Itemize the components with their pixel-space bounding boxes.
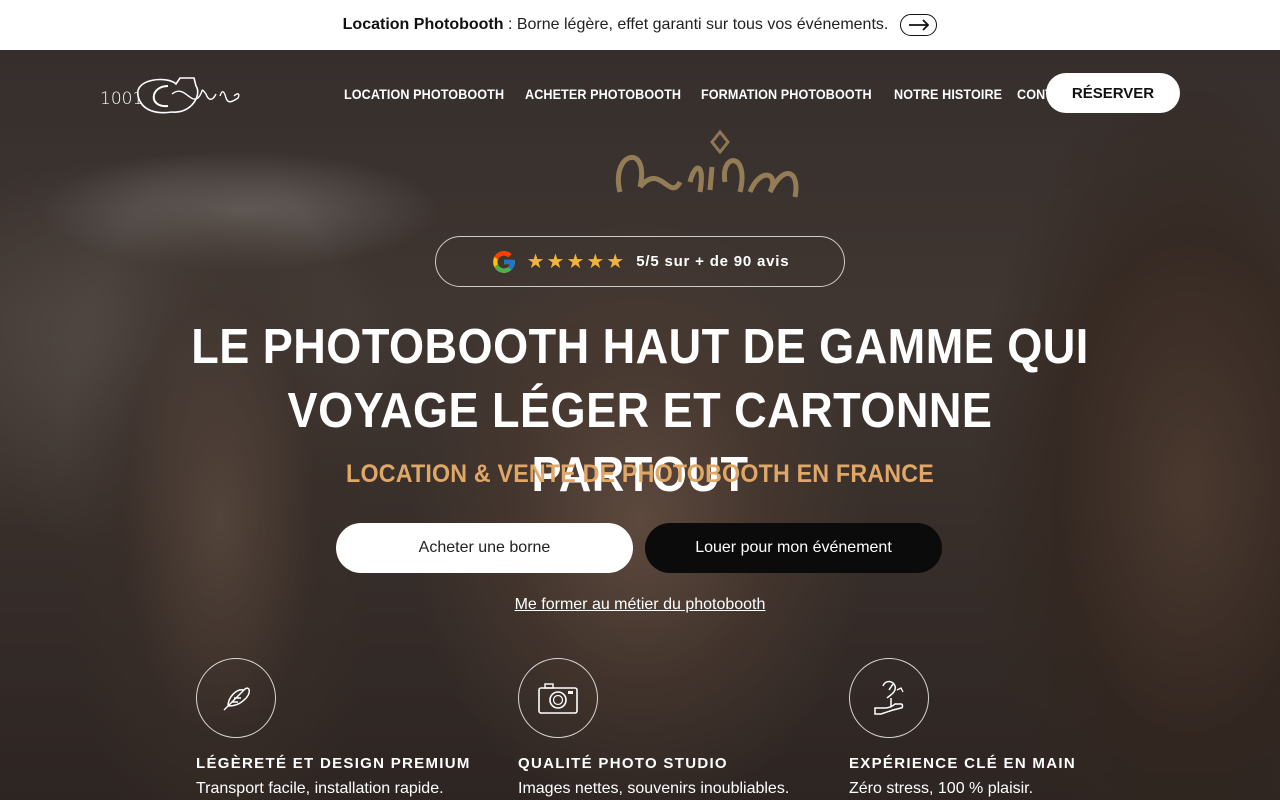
google-icon (492, 250, 515, 273)
feature-desc: Images nettes, souvenirs inoubliables. (518, 780, 790, 797)
svg-text:1001: 1001 (100, 89, 143, 109)
reviews-badge[interactable]: ★★★★★ 5/5 sur + de 90 avis (435, 236, 845, 287)
training-link[interactable]: Me former au métier du photobooth (440, 596, 840, 614)
feature-title: EXPÉRIENCE CLÉ EN MAIN (849, 755, 1076, 772)
buy-booth-button[interactable]: Acheter une borne (336, 523, 633, 573)
nav-acheter-photobooth[interactable]: ACHETER PHOTOBOOTH (525, 86, 681, 102)
hand-gift-icon (849, 658, 929, 738)
feature-quality: QUALITÉ PHOTO STUDIO Images nettes, souv… (518, 658, 838, 798)
announcement-bar: Location Photobooth : Borne légère, effe… (0, 0, 1280, 50)
nav-formation-photobooth[interactable]: FORMATION PHOTOBOOTH (701, 86, 872, 102)
nav-links: LOCATION PHOTOBOOTH ACHETER PHOTOBOOTH F… (344, 86, 1078, 102)
reserve-button[interactable]: RÉSERVER (1046, 73, 1180, 113)
rating-stars: ★★★★★ (526, 251, 627, 273)
feather-icon (196, 658, 276, 738)
nav-notre-histoire[interactable]: NOTRE HISTOIRE (894, 86, 1002, 102)
feature-desc: Transport facile, installation rapide. (196, 780, 444, 797)
nav-location-photobooth[interactable]: LOCATION PHOTOBOOTH (344, 86, 504, 102)
logo[interactable]: 1001 (98, 64, 248, 124)
arrow-right-icon[interactable] (900, 14, 938, 36)
main-nav: 1001 LOCATION PHOTOBOOTH ACHETER PHOTOBO… (0, 50, 1280, 138)
feature-turnkey: EXPÉRIENCE CLÉ EN MAIN Zéro stress, 100 … (849, 658, 1169, 798)
reviews-text: 5/5 sur + de 90 avis (636, 253, 790, 270)
feature-lightness: LÉGÈRETÉ ET DESIGN PREMIUM Transport fac… (196, 658, 516, 798)
feature-desc: Zéro stress, 100 % plaisir. (849, 780, 1034, 797)
rent-event-button[interactable]: Louer pour mon événement (645, 523, 942, 573)
feature-title: LÉGÈRETÉ ET DESIGN PREMIUM (196, 755, 471, 772)
page-subtitle: LOCATION & VENTE DE PHOTOBOOTH EN FRANCE (346, 460, 934, 488)
feature-title: QUALITÉ PHOTO STUDIO (518, 755, 728, 772)
announcement-text: Location Photobooth : Borne légère, effe… (342, 16, 889, 33)
camera-icon (518, 658, 598, 738)
